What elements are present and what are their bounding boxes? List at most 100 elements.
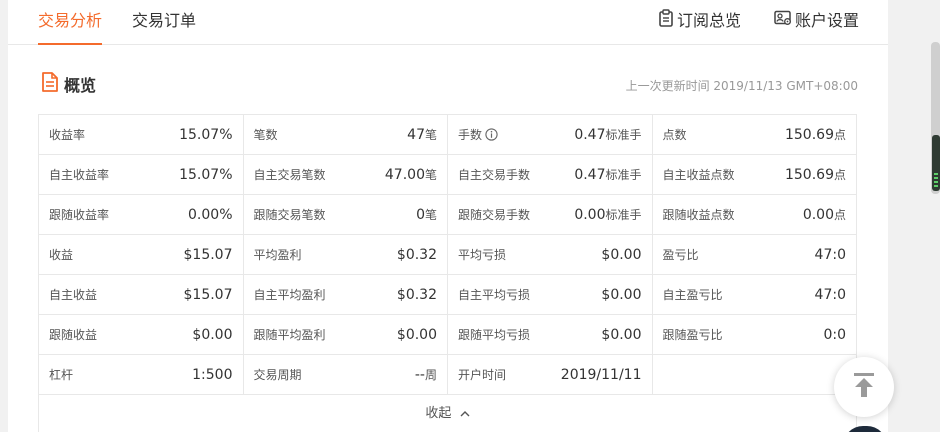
stat-label: 杠杆 bbox=[49, 366, 73, 383]
stat-value-group: 0笔 bbox=[416, 206, 437, 223]
table-row: 收益率 15.07% 笔数 47笔 手数 0.47标准手 点数 150.69点 bbox=[38, 114, 857, 155]
top-navigation: 交易分析 交易订单 订阅总览 账户设置 bbox=[8, 0, 888, 45]
stat-value: 47 bbox=[407, 127, 425, 143]
stat-label: 收益 bbox=[49, 246, 73, 263]
collapse-button[interactable]: 收起 bbox=[38, 394, 857, 432]
stat-value-group: 0.00% bbox=[188, 207, 232, 223]
overview-header: 概览 bbox=[42, 72, 96, 96]
overview-title: 概览 bbox=[64, 76, 97, 95]
stat-label-text: 跟随收益 bbox=[49, 328, 98, 342]
stat-value: 15.07% bbox=[179, 126, 233, 143]
stat-cell-content: 跟随平均亏损 $0.00 bbox=[458, 326, 642, 343]
stat-cell-content: 自主收益 $15.07 bbox=[49, 286, 233, 303]
stat-cell: 自主交易手数 0.47标准手 bbox=[447, 154, 653, 195]
stat-cell bbox=[651, 354, 857, 395]
stat-value: 47:0 bbox=[814, 286, 846, 303]
stat-cell-content: 跟随交易手数 0.00标准手 bbox=[458, 206, 642, 223]
stat-value: $15.07 bbox=[183, 246, 233, 263]
stat-label-text: 自主交易手数 bbox=[458, 168, 531, 182]
stat-unit: 点 bbox=[833, 128, 846, 142]
stat-cell-content: 自主交易手数 0.47标准手 bbox=[458, 166, 642, 183]
stat-label-text: 交易周期 bbox=[253, 368, 302, 382]
stat-unit: 笔 bbox=[424, 128, 437, 142]
stat-label: 跟随平均亏损 bbox=[458, 326, 530, 343]
back-to-top-button[interactable] bbox=[834, 357, 894, 417]
table-row: 杠杆 1:500 交易周期 --周 开户时间 2019/11/11 bbox=[38, 354, 857, 395]
scrollbar-grip[interactable] bbox=[932, 135, 940, 191]
stat-value: 0:0 bbox=[823, 326, 846, 343]
stat-label-text: 盈亏比 bbox=[662, 248, 699, 262]
stat-cell: 平均盈利 $0.32 bbox=[242, 234, 448, 275]
stat-unit: 点 bbox=[833, 168, 846, 182]
stat-label: 收益率 bbox=[49, 126, 85, 143]
stat-label: 跟随收益点数 bbox=[663, 206, 735, 223]
stat-label-text: 自主交易笔数 bbox=[253, 168, 326, 182]
stat-cell: 跟随盈亏比 0:0 bbox=[651, 314, 857, 355]
stat-value: $15.07 bbox=[183, 286, 233, 303]
stat-label-text: 跟随交易手数 bbox=[458, 208, 531, 222]
stat-cell-content: 杠杆 1:500 bbox=[49, 366, 233, 383]
stat-value-group: 0.47标准手 bbox=[574, 166, 641, 183]
page: 交易分析 交易订单 订阅总览 账户设置 概览 上一次更新时间 2019/11/1… bbox=[0, 0, 940, 432]
stat-label-text: 自主平均亏损 bbox=[458, 288, 531, 302]
stat-label: 跟随收益 bbox=[49, 326, 97, 343]
stat-label-text: 跟随平均亏损 bbox=[458, 328, 531, 342]
stat-label-text: 收益 bbox=[49, 248, 74, 262]
stat-value: 0.47 bbox=[574, 127, 606, 143]
stat-value-group: 0.00标准手 bbox=[574, 206, 641, 223]
last-update-time: 上一次更新时间 2019/11/13 GMT+08:00 bbox=[625, 79, 858, 93]
info-icon[interactable] bbox=[485, 128, 498, 141]
stat-label-text: 自主收益点数 bbox=[662, 168, 735, 182]
stat-label-text: 开户时间 bbox=[458, 368, 507, 382]
stat-label: 跟随交易笔数 bbox=[254, 206, 326, 223]
stat-value-group: $0.00 bbox=[397, 327, 437, 343]
stat-value-group: $0.00 bbox=[601, 287, 641, 303]
stat-label-text: 点数 bbox=[662, 128, 687, 142]
stat-value: 0 bbox=[416, 207, 425, 223]
tab-trade-orders[interactable]: 交易订单 bbox=[132, 0, 196, 44]
stat-cell: 盈亏比 47:0 bbox=[651, 234, 857, 275]
tab-trade-analysis[interactable]: 交易分析 bbox=[38, 0, 103, 45]
stat-value: $0.00 bbox=[396, 326, 437, 343]
stat-label-text: 平均亏损 bbox=[458, 248, 507, 262]
arrow-up-to-line-icon bbox=[853, 372, 875, 402]
stat-value: 1:500 bbox=[192, 366, 233, 383]
stat-value: $0.00 bbox=[601, 246, 642, 263]
stat-cell-content: 收益率 15.07% bbox=[49, 126, 233, 143]
stat-cell-content: 笔数 47笔 bbox=[254, 126, 438, 143]
stat-value-group: 47:0 bbox=[815, 247, 846, 263]
stat-value: 150.69 bbox=[784, 127, 834, 143]
stat-value: 47.00 bbox=[384, 167, 425, 183]
stat-cell-content: 自主平均亏损 $0.00 bbox=[458, 286, 642, 303]
stat-value-group: 1:500 bbox=[192, 367, 232, 383]
stat-cell: 交易周期 --周 bbox=[242, 354, 448, 395]
stat-cell-content: 跟随收益点数 0.00点 bbox=[663, 206, 847, 223]
stat-value-group: --周 bbox=[415, 366, 437, 383]
stat-label: 交易周期 bbox=[254, 366, 302, 383]
stat-cell: 自主收益点数 150.69点 bbox=[651, 154, 857, 195]
stat-value-group: 0:0 bbox=[823, 327, 846, 343]
stat-label: 自主平均盈利 bbox=[254, 286, 326, 303]
stat-cell: 开户时间 2019/11/11 bbox=[447, 354, 653, 395]
stat-label: 开户时间 bbox=[458, 366, 506, 383]
stat-cell: 跟随交易手数 0.00标准手 bbox=[447, 194, 653, 235]
stat-value: 2019/11/11 bbox=[560, 366, 642, 383]
account-settings-icon bbox=[774, 10, 795, 32]
stat-value: 0.00 bbox=[802, 207, 834, 223]
stat-value-group: $0.00 bbox=[601, 247, 641, 263]
stat-cell: 自主盈亏比 47:0 bbox=[651, 274, 857, 315]
table-row: 自主收益率 15.07% 自主交易笔数 47.00笔 自主交易手数 0.47标准手 自主收益… bbox=[38, 154, 857, 195]
stat-cell: 跟随收益 $0.00 bbox=[38, 314, 244, 355]
stat-cell: 平均亏损 $0.00 bbox=[447, 234, 653, 275]
account-settings-link[interactable]: 账户设置 bbox=[774, 10, 859, 32]
stat-value-group: $0.00 bbox=[192, 327, 232, 343]
stat-cell: 自主收益率 15.07% bbox=[38, 154, 244, 195]
stat-cell-content: 开户时间 2019/11/11 bbox=[458, 366, 642, 383]
stat-cell-content: 自主交易笔数 47.00笔 bbox=[254, 166, 438, 183]
stat-value-group: 47:0 bbox=[815, 287, 846, 303]
stat-label: 平均盈利 bbox=[254, 246, 302, 263]
stat-label: 跟随盈亏比 bbox=[663, 326, 723, 343]
stat-cell-content: 跟随收益 $0.00 bbox=[49, 326, 233, 343]
subscribe-overview-link[interactable]: 订阅总览 bbox=[658, 9, 741, 32]
stat-value: 0.00 bbox=[574, 207, 606, 223]
